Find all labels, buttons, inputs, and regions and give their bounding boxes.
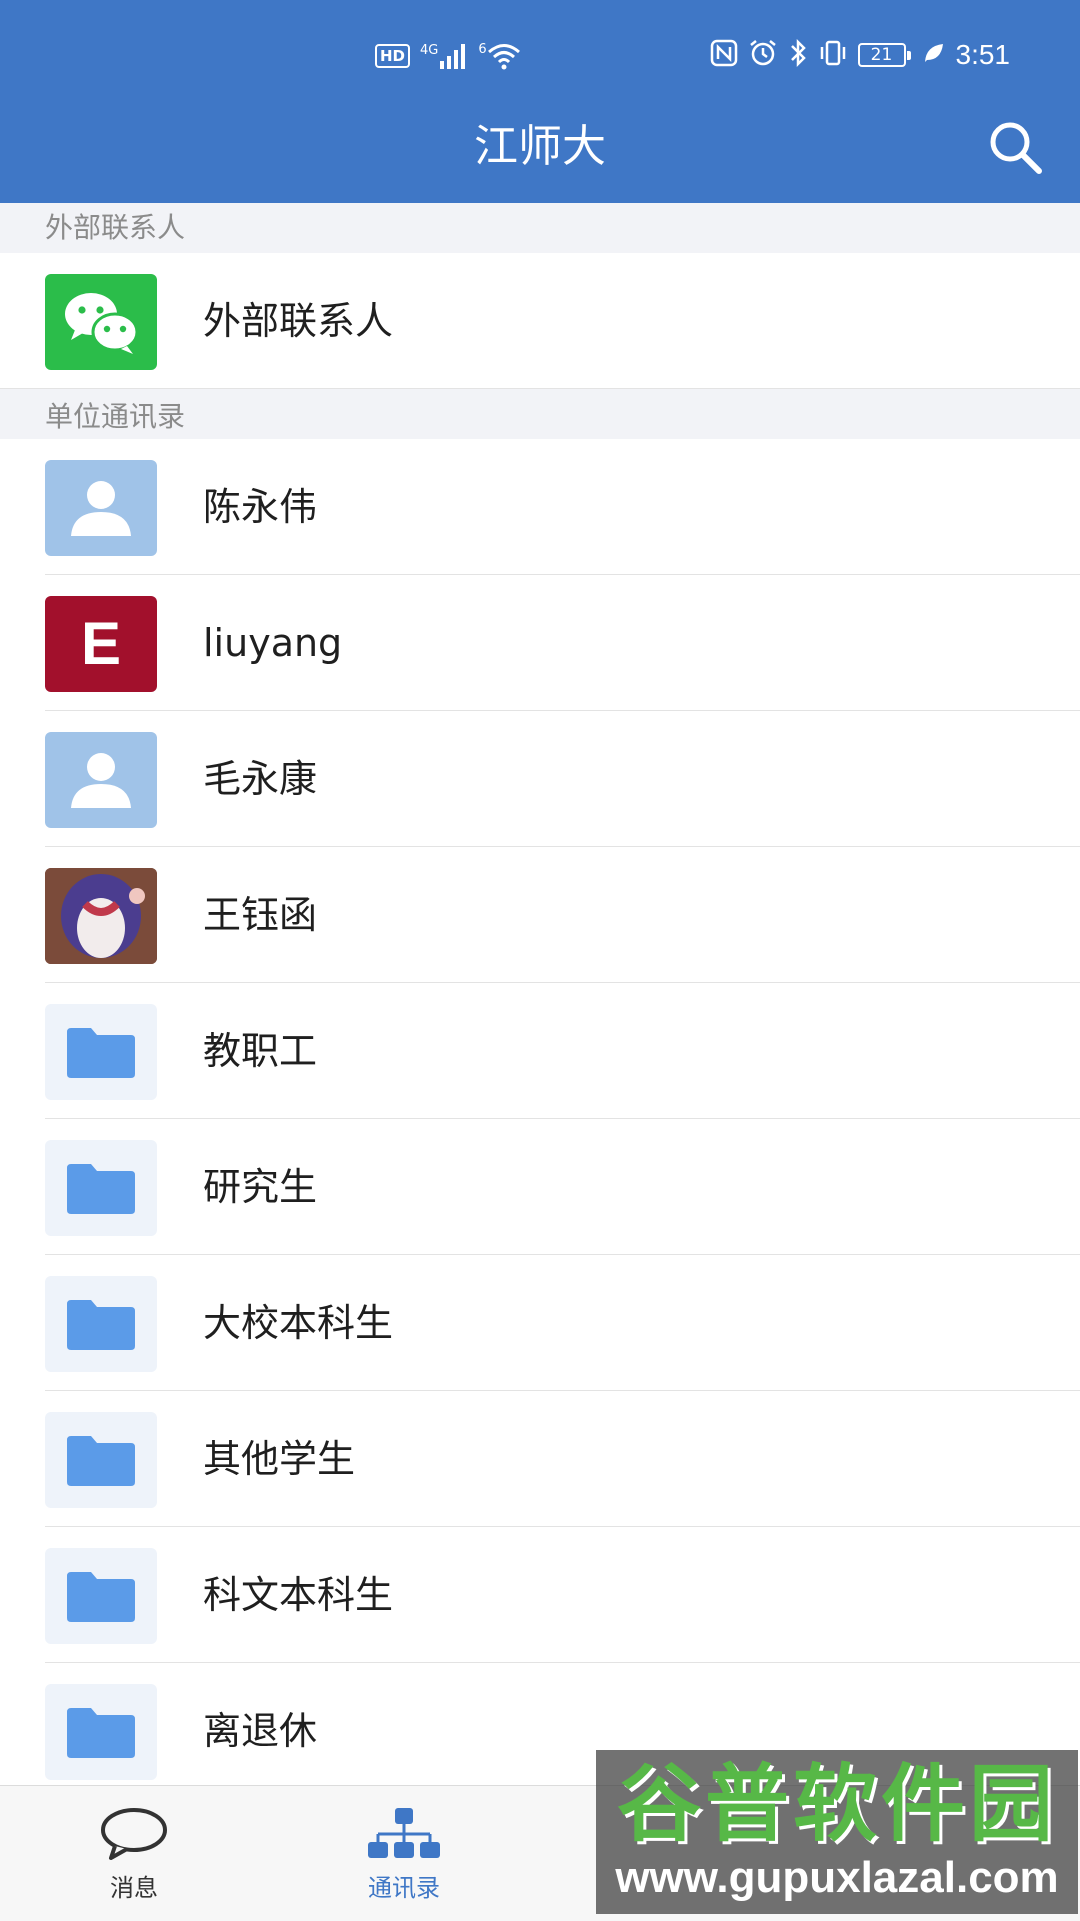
battery-icon: 21 [857,43,911,67]
section-title: 单位通讯录 [45,400,186,433]
watermark-url: www.gupuxlazal.com [615,1853,1059,1902]
contact-row[interactable]: 毛永康 [0,711,1080,847]
letter-avatar: E [45,596,157,692]
department-name: 大校本科生 [203,1301,394,1345]
contact-row-external[interactable]: 外部联系人 [0,253,1080,389]
department-row[interactable]: 科文本科生 [0,1527,1080,1663]
tab-messages[interactable]: 消息 [34,1786,234,1921]
contact-name: 外部联系人 [203,299,394,343]
department-row[interactable]: 其他学生 [0,1391,1080,1527]
folder-icon [45,1004,157,1100]
department-row[interactable]: 大校本科生 [0,1255,1080,1391]
watermark: 谷普软件园 www.gupuxlazal.com [596,1750,1078,1914]
default-person-avatar [45,732,157,828]
nfc-icon [710,39,738,71]
search-icon [990,122,1042,174]
cartoon-avatar [45,868,157,964]
status-time: 3:51 [955,39,1011,70]
department-name: 其他学生 [203,1437,356,1481]
org-chart-icon [368,1808,440,1858]
wifi-icon: 6 [478,42,520,70]
search-button[interactable] [980,112,1050,182]
department-name: 离退休 [203,1709,318,1753]
tab-label: 消息 [110,1874,158,1902]
folder-icon [45,1140,157,1236]
contact-name: 王钰函 [203,893,318,937]
contact-row[interactable]: E liuyang [0,575,1080,711]
app-header: HD 4G 6 21 3:51 江师大 [0,0,1080,203]
department-row[interactable]: 教职工 [0,983,1080,1119]
contact-name: 陈永伟 [203,485,318,529]
section-header-external: 外部联系人 [0,203,1080,253]
chat-bubble-icon [101,1808,167,1860]
network-type: 4G [420,43,439,58]
hd-badge: HD [375,44,411,68]
folder-icon [45,1276,157,1372]
department-name: 科文本科生 [203,1573,394,1617]
department-row[interactable]: 研究生 [0,1119,1080,1255]
contact-row[interactable]: 王钰函 [0,847,1080,983]
vibrate-icon [818,38,848,72]
wechat-icon [45,274,157,370]
folder-icon [45,1548,157,1644]
folder-icon [45,1684,157,1780]
page-title: 江师大 [474,121,606,172]
bluetooth-icon [788,38,808,72]
contact-name: 毛永康 [203,757,318,801]
power-saving-leaf-icon [922,41,946,69]
watermark-title: 谷普软件园 [616,1755,1057,1853]
status-left-icons: HD 4G 6 [375,40,521,72]
department-name: 研究生 [203,1165,318,1209]
default-person-avatar [45,460,157,556]
cellular-signal-icon: 4G [420,43,468,69]
contact-row[interactable]: 陈永伟 [0,439,1080,575]
department-name: 教职工 [203,1029,318,1073]
tab-label: 通讯录 [368,1874,440,1902]
contact-name: liuyang [203,621,343,665]
alarm-icon [748,38,778,72]
status-bar: HD 4G 6 21 3:51 [0,0,1080,110]
tab-contacts[interactable]: 通讯录 [304,1786,504,1921]
status-right-icons: 21 3:51 [710,38,1011,72]
section-header-directory: 单位通讯录 [0,389,1080,439]
folder-icon [45,1412,157,1508]
section-title: 外部联系人 [45,211,186,244]
wifi-tag: 6 [478,42,487,57]
